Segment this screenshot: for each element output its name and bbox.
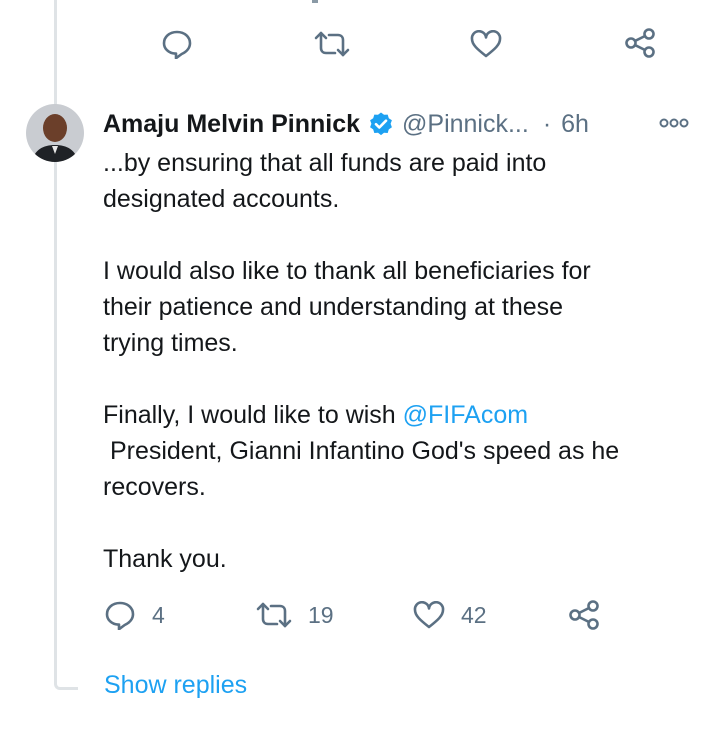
tweet-text-segment: Finally, I would like to wish — [103, 401, 403, 429]
verified-badge-icon — [368, 111, 394, 137]
retweet-icon — [256, 601, 292, 629]
thread-line — [54, 0, 57, 684]
tweet-text-line: Thank you. — [103, 545, 227, 573]
more-options-icon — [658, 117, 690, 134]
reply-button[interactable] — [161, 29, 193, 59]
retweet-icon — [314, 30, 350, 58]
reply-count: 4 — [152, 601, 165, 628]
reply-button[interactable]: 4 — [104, 600, 165, 630]
tweet-text-line: President, Gianni Infantino God's speed … — [103, 437, 620, 465]
tweet-text-line: recovers. — [103, 473, 206, 501]
avatar[interactable] — [26, 104, 84, 162]
share-button[interactable] — [624, 28, 656, 58]
show-replies-link[interactable]: Show replies — [104, 671, 247, 700]
tweet-text-line: Finally, I would like to wish @FIFAcom — [103, 397, 703, 433]
previous-tweet-edge — [312, 0, 318, 3]
author-handle[interactable]: @Pinnick... — [402, 110, 529, 139]
reply-icon — [104, 600, 136, 630]
tweet-text-line: designated accounts. — [103, 185, 340, 213]
heart-icon — [413, 601, 445, 629]
retweet-button[interactable]: 19 — [256, 601, 334, 629]
share-icon — [624, 28, 656, 58]
share-button[interactable] — [568, 600, 600, 630]
like-button[interactable] — [470, 30, 502, 58]
mention-link[interactable]: @FIFAcom — [403, 401, 528, 429]
like-button[interactable]: 42 — [413, 601, 487, 629]
tweet-body: ...by ensuring that all funds are paid i… — [103, 145, 703, 577]
more-options-button[interactable] — [658, 116, 690, 135]
tweet-text-line: ...by ensuring that all funds are paid i… — [103, 149, 547, 177]
tweet-timestamp[interactable]: 6h — [561, 110, 589, 139]
tweet-text-line: I would also like to thank all beneficia… — [103, 257, 591, 285]
share-icon — [568, 600, 600, 630]
tweet-text-line: trying times. — [103, 329, 238, 357]
retweet-count: 19 — [308, 601, 334, 628]
separator-dot: · — [542, 109, 552, 138]
tweet-header: Amaju Melvin Pinnick @Pinnick... · 6h — [103, 106, 589, 142]
thread-line-end — [54, 672, 78, 690]
retweet-button[interactable] — [314, 30, 350, 58]
heart-icon — [470, 30, 502, 58]
author-display-name[interactable]: Amaju Melvin Pinnick — [103, 110, 360, 139]
tweet-text-line: their patience and understanding at thes… — [103, 293, 564, 321]
reply-icon — [161, 29, 193, 59]
like-count: 42 — [461, 601, 487, 628]
